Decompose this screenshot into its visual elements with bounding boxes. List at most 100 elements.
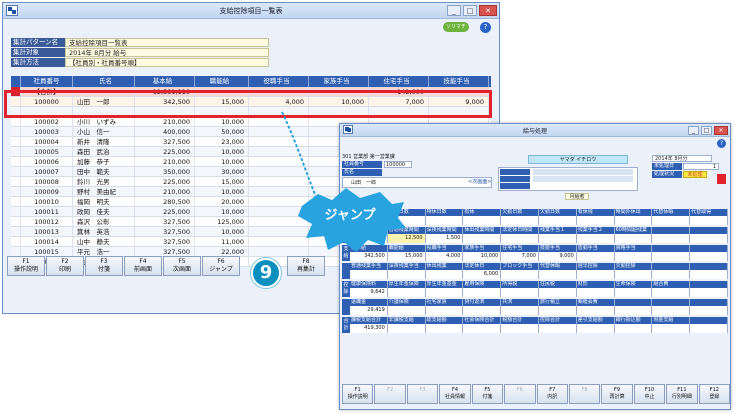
section-value-cell[interactable]: 419,300 (350, 324, 388, 333)
section-value-cell[interactable] (615, 252, 653, 261)
section-value-cell[interactable] (652, 216, 691, 225)
column-header[interactable]: 社員番号 (21, 76, 73, 87)
section-value-cell[interactable] (463, 234, 502, 243)
section-value-cell[interactable] (388, 324, 426, 333)
section-value-cell[interactable] (615, 234, 653, 243)
section-value-cell[interactable]: 9,642 (350, 288, 388, 297)
next-screen-link[interactable]: <次画面> (468, 178, 491, 185)
maximize-button[interactable]: □ (463, 5, 477, 16)
section-value-cell[interactable] (690, 306, 728, 315)
help-icon[interactable]: ? (480, 22, 491, 33)
section-value-cell[interactable] (426, 306, 464, 315)
function-key-f3[interactable]: F3 付箋 (85, 256, 123, 276)
column-header[interactable]: 住宅手当 (369, 76, 429, 87)
section-value-cell[interactable] (690, 324, 728, 333)
section-value-cell[interactable] (350, 270, 388, 279)
section-value-cell[interactable] (577, 306, 615, 315)
column-header[interactable]: 家族手当 (309, 76, 369, 87)
function-key-f2[interactable]: F2 印刷 (46, 256, 84, 276)
section-value-cell[interactable] (539, 324, 577, 333)
section-value-cell[interactable] (501, 270, 539, 279)
column-header[interactable]: 職能給 (195, 76, 249, 87)
section-value-cell[interactable] (690, 216, 728, 225)
section-value-cell[interactable] (539, 216, 577, 225)
function-key-f4[interactable]: F4 社員情報 (439, 384, 471, 404)
function-key-f6[interactable]: F6 (504, 384, 536, 404)
close-button[interactable]: ✕ (714, 126, 728, 135)
section-value-cell[interactable] (463, 216, 502, 225)
section-value-cell[interactable]: 29,419 (350, 306, 388, 315)
section-value-cell[interactable] (690, 234, 728, 243)
section-value-cell[interactable] (577, 216, 615, 225)
section-value-cell[interactable] (690, 252, 728, 261)
function-key-f9[interactable]: F9 再計算 (601, 384, 633, 404)
section-value-cell[interactable] (388, 288, 426, 297)
column-header[interactable]: 技能手当 (429, 76, 489, 87)
section-value-cell[interactable] (615, 306, 653, 315)
function-key-f8[interactable]: F8 (568, 384, 601, 404)
section-value-cell[interactable]: 10,000 (463, 252, 502, 261)
table-cell: 100014 (21, 237, 73, 246)
function-key-f4[interactable]: F4 前画面 (124, 256, 162, 276)
section-value-cell[interactable] (501, 306, 539, 315)
function-key-f10[interactable]: F10 中止 (633, 384, 666, 404)
section-value-cell[interactable] (539, 306, 577, 315)
function-key-f12[interactable]: F12 登録 (698, 384, 730, 404)
section-value-cell[interactable] (501, 324, 539, 333)
section-value-cell[interactable] (652, 270, 691, 279)
section-value-cell[interactable] (652, 324, 691, 333)
section-value-cell[interactable] (501, 288, 539, 297)
column-header[interactable]: 氏名 (73, 76, 135, 87)
help-icon[interactable]: ? (717, 139, 726, 148)
section-value-cell[interactable] (426, 270, 464, 279)
section-value-cell[interactable] (539, 288, 577, 297)
minimize-button[interactable]: _ (447, 5, 461, 16)
function-key-f5[interactable]: F5 付箋 (471, 384, 504, 404)
maximize-button[interactable]: □ (701, 126, 712, 135)
function-key-f7[interactable]: F7 内訳 (536, 384, 568, 404)
section-value-cell[interactable] (652, 234, 691, 243)
section-value-cell[interactable] (426, 216, 464, 225)
section-value-cell[interactable] (426, 288, 464, 297)
section-value-cell[interactable]: 1,500 (426, 234, 464, 243)
section-value-cell[interactable] (577, 288, 615, 297)
section-value-cell[interactable] (577, 234, 615, 243)
section-value-cell[interactable]: 9,000 (539, 252, 577, 261)
function-key-f2[interactable]: F2 (374, 384, 406, 404)
section-value-cell[interactable] (690, 270, 728, 279)
section-value-cell[interactable] (577, 270, 615, 279)
section-value-cell[interactable] (426, 324, 464, 333)
section-value-cell[interactable]: 6,000 (463, 270, 502, 279)
section-value-cell[interactable]: 7,000 (501, 252, 539, 261)
close-button[interactable]: ✕ (479, 5, 497, 16)
section-value-cell[interactable] (615, 216, 653, 225)
section-value-cell[interactable] (690, 288, 728, 297)
function-key-f11[interactable]: F11 行別明細 (666, 384, 698, 404)
section-value-cell[interactable] (652, 288, 691, 297)
function-key-f1[interactable]: F1 操作説明 (342, 384, 374, 404)
function-key-f1[interactable]: F1 操作説明 (7, 256, 45, 276)
minimize-button[interactable]: _ (688, 126, 699, 135)
function-key-f6[interactable]: F6 ジャンプ (202, 256, 240, 276)
section-value-cell[interactable] (577, 324, 615, 333)
section-value-cell[interactable] (501, 234, 539, 243)
section-value-cell[interactable] (388, 270, 426, 279)
section-value-cell[interactable] (463, 324, 502, 333)
section-value-cell[interactable] (463, 306, 502, 315)
section-value-cell[interactable] (539, 270, 577, 279)
section-value-cell[interactable] (615, 270, 653, 279)
section-value-cell[interactable] (615, 324, 653, 333)
section-value-cell[interactable] (539, 234, 577, 243)
section-value-cell[interactable] (615, 288, 653, 297)
section-value-cell[interactable] (463, 288, 502, 297)
function-key-f3[interactable]: F3 (406, 384, 439, 404)
section-value-cell[interactable] (388, 306, 426, 315)
column-header[interactable]: 役職手当 (249, 76, 309, 87)
column-header[interactable]: 基本給 (135, 76, 195, 87)
function-key-f5[interactable]: F5 次画面 (163, 256, 201, 276)
section-value-cell[interactable] (652, 306, 691, 315)
section-value-cell[interactable] (652, 252, 691, 261)
section-value-cell[interactable] (577, 252, 615, 261)
section-value-cell[interactable] (501, 216, 539, 225)
section-value-cell[interactable]: 4,000 (426, 252, 464, 261)
